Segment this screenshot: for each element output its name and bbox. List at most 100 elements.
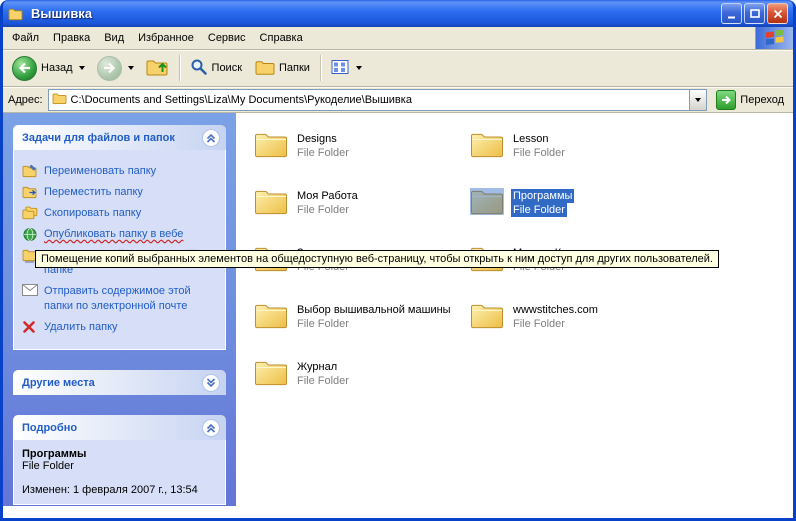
views-button[interactable] [326,56,367,81]
address-folder-icon [52,92,67,108]
titlebar: Вышивка [3,0,793,27]
task-label: Опубликовать папку в вебе [44,227,183,242]
address-input[interactable]: C:\Documents and Settings\Liza\My Docume… [71,94,686,106]
toolbar-separator [320,55,321,81]
file-tasks-title: Задачи для файлов и папок [22,132,175,144]
back-icon [12,56,37,81]
go-button[interactable]: Переход [712,90,788,110]
minimize-button[interactable] [721,3,742,24]
maximize-button[interactable] [744,3,765,24]
task-item[interactable]: Отправить содержимое этой папки по элект… [22,284,217,314]
go-arrow-icon [716,90,736,110]
search-icon [190,58,208,79]
file-name: Программы [511,189,574,203]
task-label: Отправить содержимое этой папки по элект… [44,284,217,314]
files-grid: DesignsFile FolderLessonFile FolderМоя Р… [254,131,793,416]
menu-item-1[interactable]: Правка [46,27,97,49]
menu-item-3[interactable]: Избранное [131,27,201,49]
close-button[interactable] [767,3,788,24]
back-button[interactable]: Назад [7,53,90,84]
file-tile[interactable]: Моя РаботаFile Folder [254,188,470,245]
delete-folder-icon [22,320,38,335]
file-list-area[interactable]: DesignsFile FolderLessonFile FolderМоя Р… [236,113,793,518]
task-item[interactable]: Переместить папку [22,185,217,200]
menu-item-5[interactable]: Справка [253,27,310,49]
forward-button[interactable] [92,53,139,84]
forward-dropdown-caret[interactable] [128,66,134,70]
file-tile[interactable]: ЖурналFile Folder [254,359,470,416]
menu-item-2[interactable]: Вид [97,27,131,49]
task-label: Переместить папку [44,185,143,200]
content-area: Задачи для файлов и папок Переименовать … [3,113,793,518]
address-combo[interactable]: C:\Documents and Settings\Liza\My Docume… [48,89,708,111]
menu-item-4[interactable]: Сервис [201,27,253,49]
file-tile[interactable]: DesignsFile Folder [254,131,470,188]
file-type: File Folder [295,146,351,160]
menu-items: ФайлПравкаВидИзбранноеСервисСправка [3,27,310,49]
file-name: Designs [295,132,339,146]
folders-label: Папки [279,62,310,74]
collapse-chevron-icon[interactable] [202,129,220,147]
folder-icon [254,131,288,158]
details-header[interactable]: Подробно [13,415,226,440]
details-file-type: File Folder [22,460,217,472]
file-type: File Folder [295,317,351,331]
task-item[interactable]: Опубликовать папку в вебе [22,227,217,242]
folder-icon [470,131,504,158]
up-button[interactable] [141,53,174,83]
menubar: ФайлПравкаВидИзбранноеСервисСправка [3,27,793,50]
explorer-window: Вышивка ФайлПравкаВидИзбранноеСервисСпра… [0,0,796,521]
file-tile[interactable]: LessonFile Folder [470,131,686,188]
views-icon [331,59,350,78]
expand-chevron-icon[interactable] [202,374,220,392]
task-label: Удалить папку [44,320,118,335]
back-label: Назад [41,62,73,74]
file-tile[interactable]: Выбор вышивальной машиныFile Folder [254,302,470,359]
task-label: Скопировать папку [44,206,141,221]
task-item[interactable]: Скопировать папку [22,206,217,221]
file-tile[interactable]: wwwstitches.comFile Folder [470,302,686,359]
file-type: File Folder [511,317,567,331]
file-tile-text: Моя РаботаFile Folder [295,188,360,217]
file-name: Lesson [511,132,550,146]
details-title: Подробно [22,422,77,434]
collapse-chevron-icon[interactable] [202,419,220,437]
folders-button[interactable]: Папки [249,55,315,82]
address-dropdown-button[interactable] [689,90,706,110]
file-tile-text: wwwstitches.comFile Folder [511,302,600,331]
details-body: Программы File Folder Изменен: 1 февраля… [13,440,226,505]
copy-folder-icon [22,206,38,221]
details-panel: Подробно Программы File Folder Изменен: … [13,415,226,505]
task-label: Переименовать папку [44,164,156,179]
search-button[interactable]: Поиск [185,55,247,82]
task-pane: Задачи для файлов и папок Переименовать … [3,113,236,506]
file-tile-text: LessonFile Folder [511,131,567,160]
task-item[interactable]: Удалить папку [22,320,217,335]
other-places-header[interactable]: Другие места [13,370,226,395]
folder-icon [254,302,288,329]
file-tasks-header[interactable]: Задачи для файлов и папок [13,125,226,150]
up-folder-icon [146,56,169,80]
window-folder-icon [8,6,26,22]
file-name: Моя Работа [295,189,360,203]
publish-folder-icon [22,227,38,242]
file-tile-text: Выбор вышивальной машиныFile Folder [295,302,453,331]
addressbar: Адрес: C:\Documents and Settings\Liza\My… [3,87,793,113]
file-tile[interactable]: ПрограммыFile Folder [470,188,686,245]
task-item[interactable]: Переименовать папку [22,164,217,179]
email-folder-icon [22,284,38,299]
folder-icon [254,359,288,386]
other-places-panel: Другие места [13,370,226,395]
windows-logo [755,27,793,49]
other-places-title: Другие места [22,377,95,389]
folder-icon [470,188,504,215]
views-dropdown-caret[interactable] [356,66,362,70]
tooltip: Помещение копий выбранных элементов на о… [35,250,719,268]
folder-icon [470,302,504,329]
file-tasks-panel: Задачи для файлов и папок Переименовать … [13,125,226,350]
back-dropdown-caret[interactable] [79,66,85,70]
file-type: File Folder [511,203,567,217]
file-type: File Folder [295,203,351,217]
menu-item-0[interactable]: Файл [5,27,46,49]
toolbar: Назад Поиск Папки [3,50,793,87]
